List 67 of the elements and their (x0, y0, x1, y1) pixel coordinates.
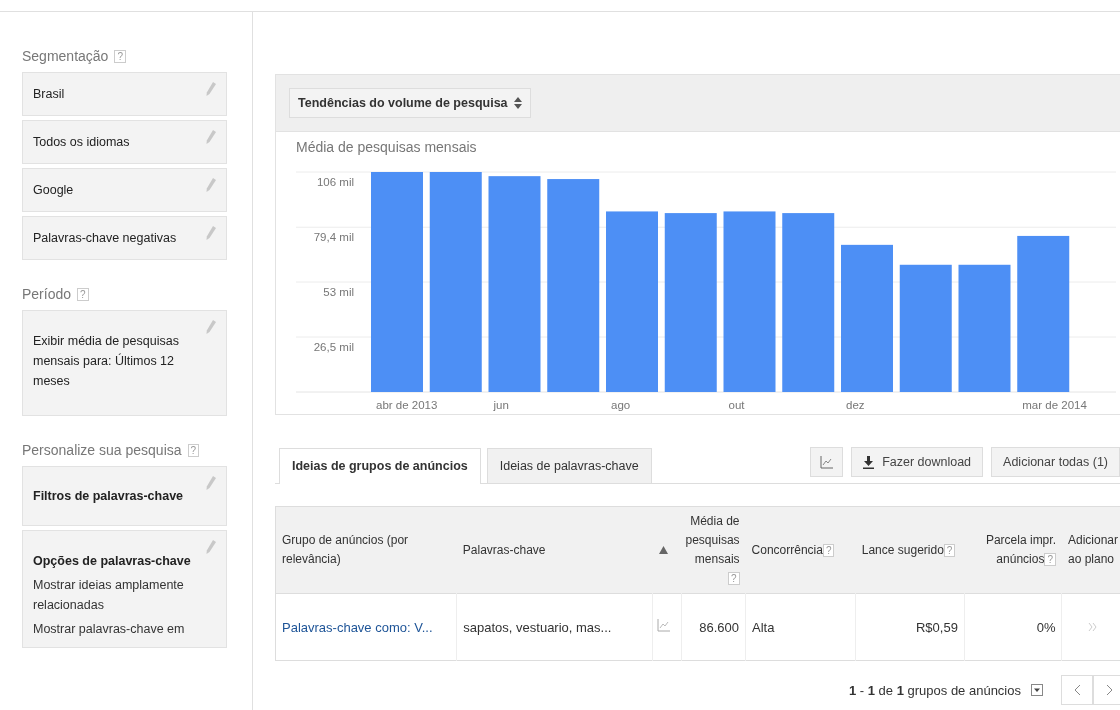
tab[interactable]: Ideias de grupos de anúncios (279, 448, 481, 484)
pencil-icon[interactable] (206, 320, 216, 334)
option-text: Mostrar palavras-chave em (33, 621, 186, 638)
pencil-icon[interactable] (206, 82, 216, 96)
axis-label: out (728, 399, 745, 411)
chart-button[interactable] (810, 447, 844, 477)
table-cell: Alta (745, 593, 856, 661)
pencil-icon[interactable] (206, 476, 216, 490)
table-cell: R$0,59 (855, 593, 965, 661)
column-header[interactable]: Grupo de anúncios (por relevância) (275, 506, 457, 594)
dropdown-icon[interactable] (1031, 684, 1043, 696)
setting-card[interactable]: Opções de palavras-chave Mostrar ideias amplamente relacionadas Mostrar palavras-chave em (22, 530, 227, 648)
column-header[interactable]: Adicionar ao plano (1061, 506, 1120, 594)
pencil-icon[interactable] (206, 130, 216, 144)
table-cell: sapatos, vestuario, mas... (456, 593, 653, 661)
add-to-plan-icon[interactable] (1088, 621, 1099, 632)
setting-label: Exibir média de pesquisas mensais para: Últimos 12 meses (33, 333, 180, 390)
setting-label: Opções de palavras-chave (33, 553, 192, 570)
line-chart-icon (820, 455, 834, 469)
next-button[interactable] (1093, 675, 1120, 705)
previous-button[interactable] (1061, 675, 1093, 705)
chart-selector[interactable]: Tendências do volume de pesquisa (289, 88, 531, 118)
axis-label: 26,5 mil (313, 341, 354, 353)
setting-label: Palavras-chave negativas (33, 230, 177, 247)
axis-label: jun (493, 399, 509, 411)
column-header[interactable]: Parcela impr. anúncios ? (964, 506, 1062, 594)
download-button[interactable]: Fazer download (851, 447, 984, 477)
trend-icon[interactable] (657, 619, 670, 632)
chevron-left-icon (1073, 684, 1081, 696)
setting-label: Todos os idiomas (33, 134, 130, 151)
setting-label: Brasil (33, 86, 65, 103)
setting-label: Google (33, 182, 74, 199)
add-all-button[interactable]: Adicionar todas (1) (991, 447, 1120, 477)
axis-label: 53 mil (323, 286, 354, 298)
setting-card[interactable]: Filtros de palavras-chave (22, 466, 227, 526)
axis-label: mar de 2014 (1022, 399, 1087, 411)
option-text: Mostrar ideias amplamente relacionadas (33, 577, 185, 614)
column-header[interactable]: Concorrência ? (745, 506, 856, 594)
section-title: Período (22, 286, 72, 302)
pencil-icon[interactable] (206, 178, 216, 192)
axis-label: 106 mil (316, 176, 354, 188)
column-header[interactable]: Palavras-chave (456, 506, 653, 594)
column-header[interactable]: Média de pesquisas mensais ? (652, 506, 746, 594)
setting-card[interactable]: Brasil (22, 72, 227, 116)
group-link[interactable]: Palavras-chave como: V... (282, 619, 433, 635)
axis-label: abr de 2013 (376, 399, 438, 411)
tab[interactable]: Ideias de palavras-chave (486, 448, 652, 483)
setting-label: Filtros de palavras-chave (33, 488, 184, 505)
setting-card[interactable]: Palavras-chave negativas (22, 216, 227, 260)
axis-label: ago (611, 399, 631, 411)
table-cell: 0% (964, 593, 1062, 661)
chart-title: Média de pesquisas mensais (295, 138, 478, 155)
setting-card[interactable]: Todos os idiomas (22, 120, 227, 164)
table-cell: 86.600 (681, 593, 746, 661)
pencil-icon[interactable] (206, 540, 216, 554)
axis-label: 79,4 mil (313, 231, 354, 244)
axis-label: dez (846, 399, 865, 411)
section-title: Personalize sua pesquisa (22, 442, 182, 458)
setting-card[interactable]: Exibir média de pesquisas mensais para: Últimos 12 meses (22, 310, 227, 416)
sort-icon (513, 97, 522, 109)
download-icon (863, 455, 875, 469)
pagination-text: 1 - 1 de 1 grupos de anúncios (848, 682, 1021, 698)
pencil-icon[interactable] (206, 226, 216, 240)
chevron-right-icon (1105, 684, 1113, 696)
setting-card[interactable]: Google (22, 168, 227, 212)
column-header[interactable]: Lance sugerido ? (855, 506, 965, 594)
section-title: Segmentação (22, 48, 109, 64)
